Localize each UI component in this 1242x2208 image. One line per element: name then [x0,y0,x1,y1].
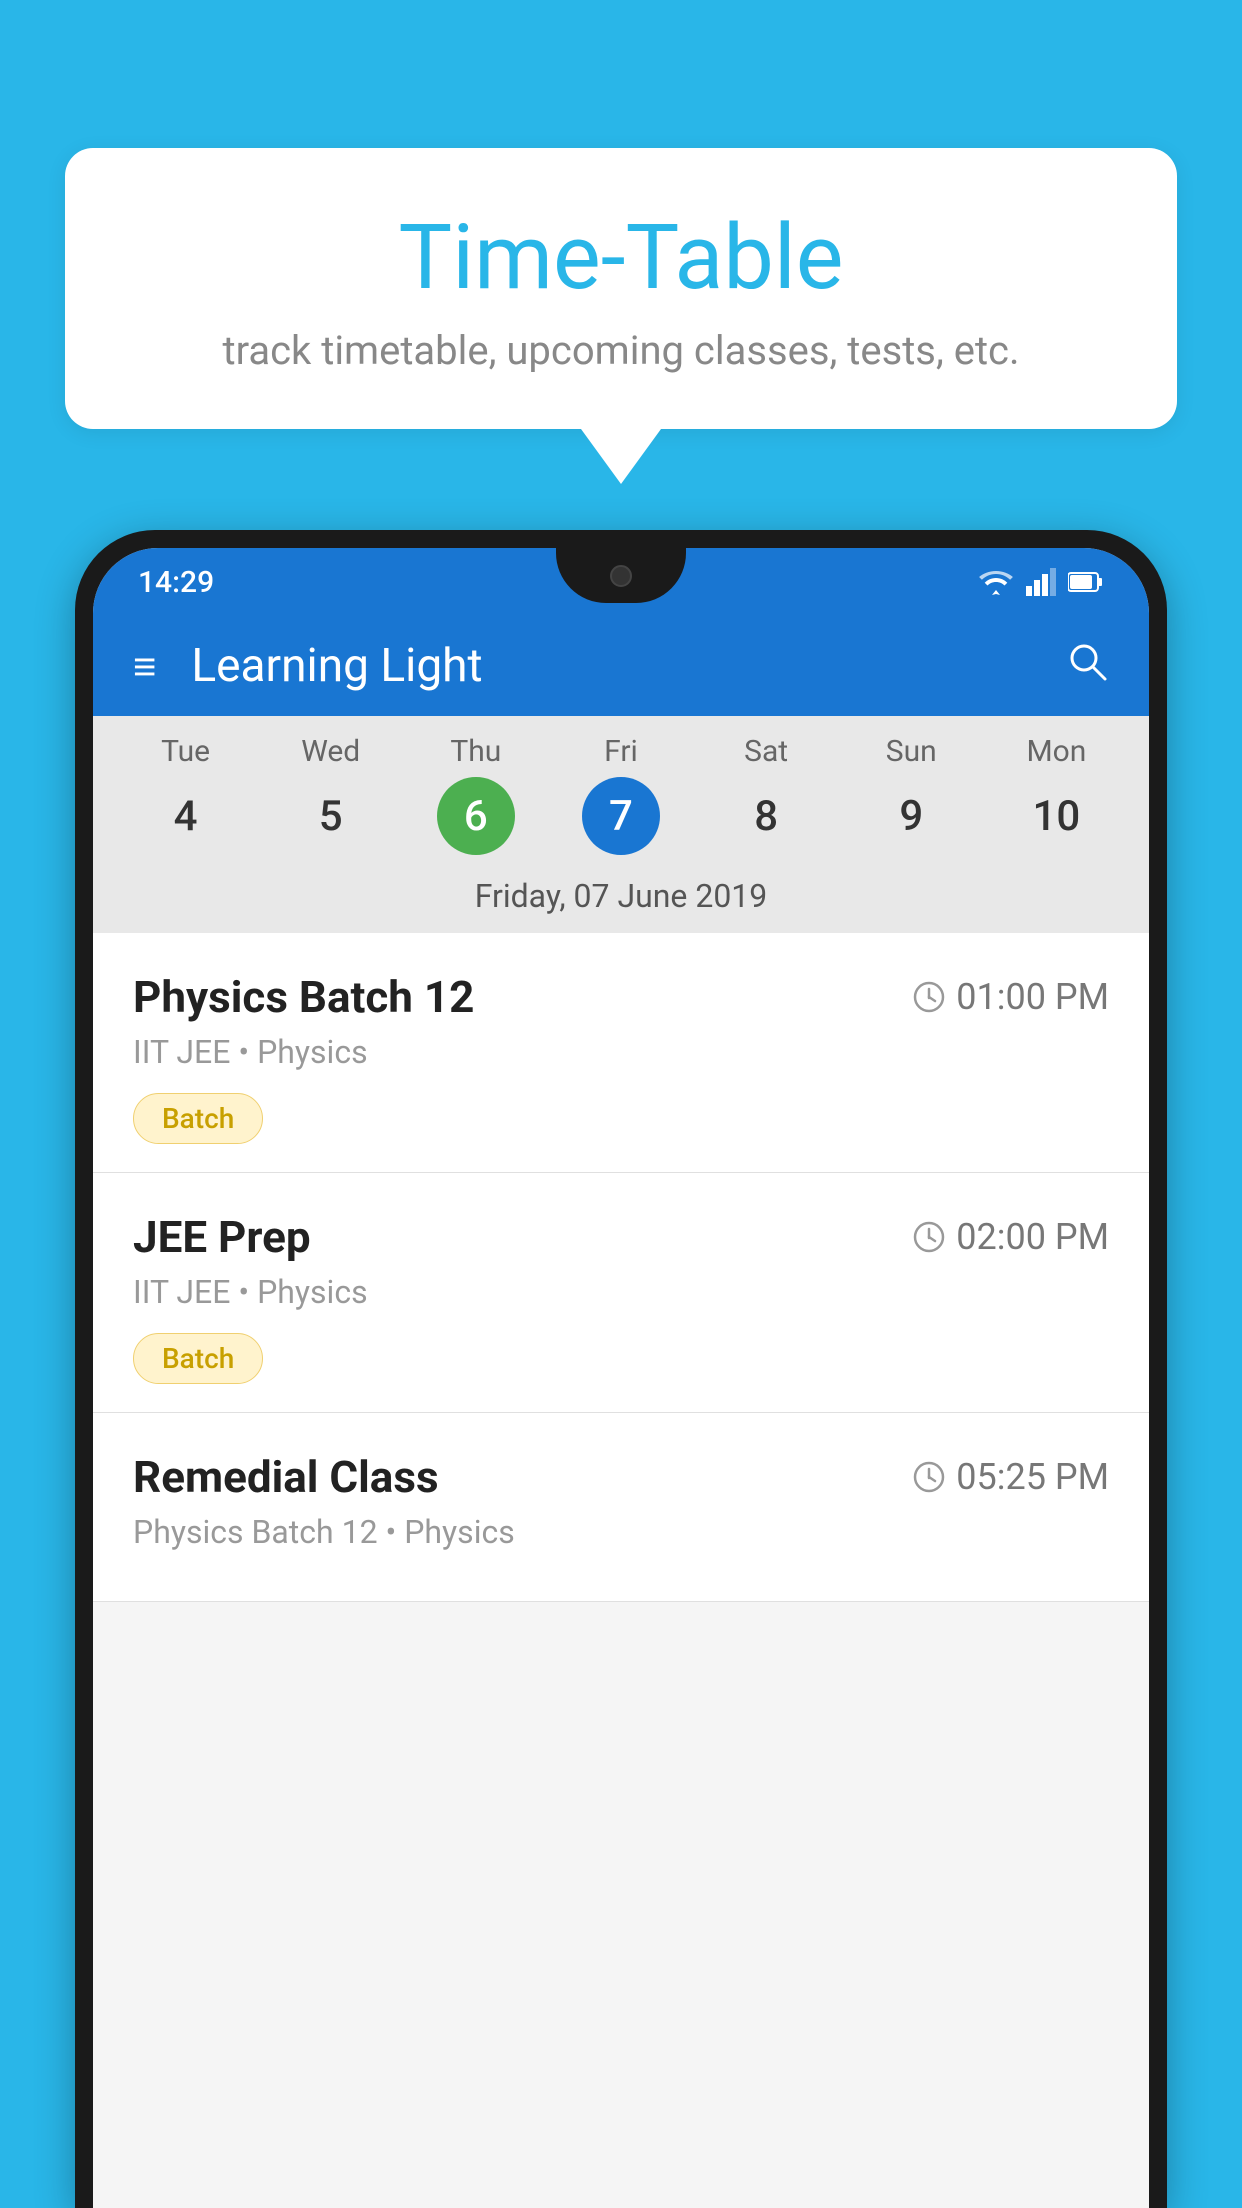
app-bar: ≡ Learning Light [93,616,1149,716]
day-number[interactable]: 4 [147,777,225,855]
day-col[interactable]: Sat 8 [716,734,816,855]
day-name: Sun [886,734,937,769]
speech-bubble-card: Time-Table track timetable, upcoming cla… [65,148,1177,429]
day-col[interactable]: Tue 4 [136,734,236,855]
day-number[interactable]: 9 [872,777,950,855]
days-row: Tue 4 Wed 5 Thu 6 Fri 7 Sat 8 Sun 9 Mon 10 [93,734,1149,863]
day-name: Thu [450,734,501,769]
event-subtitle: IIT JEE • Physics [133,1273,1109,1311]
day-name: Fri [604,734,638,769]
day-number[interactable]: 10 [1017,777,1095,855]
event-name: Remedial Class [133,1451,439,1503]
battery-icon [1068,571,1104,593]
clock-icon [912,1220,946,1254]
selected-date-label: Friday, 07 June 2019 [93,863,1149,933]
event-item[interactable]: Remedial Class 05:25 PM Physics Batch 12 … [93,1413,1149,1602]
hamburger-icon[interactable]: ≡ [133,643,156,690]
day-number[interactable]: 5 [292,777,370,855]
notch [556,548,686,603]
event-name: Physics Batch 12 [133,971,474,1023]
day-number[interactable]: 6 [437,777,515,855]
day-number[interactable]: 7 [582,777,660,855]
speech-bubble-subtitle: track timetable, upcoming classes, tests… [145,327,1097,374]
clock-icon [912,1460,946,1494]
wifi-icon [978,568,1014,596]
event-item[interactable]: Physics Batch 12 01:00 PM IIT JEE • Physi… [93,933,1149,1173]
status-bar: 14:29 [93,548,1149,616]
calendar-strip: Tue 4 Wed 5 Thu 6 Fri 7 Sat 8 Sun 9 Mon 10 Friday, 07… [93,716,1149,933]
event-time: 05:25 PM [912,1456,1109,1498]
event-tag: Batch [133,1333,263,1384]
status-icons [978,568,1104,596]
day-name: Wed [301,734,360,769]
day-name: Sat [744,734,788,769]
event-time: 02:00 PM [912,1216,1109,1258]
event-item[interactable]: JEE Prep 02:00 PM IIT JEE • Physics Batch [93,1173,1149,1413]
day-name: Mon [1026,734,1086,769]
event-header: JEE Prep 02:00 PM [133,1211,1109,1263]
status-time: 14:29 [138,565,214,600]
day-col[interactable]: Fri 7 [571,734,671,855]
event-header: Remedial Class 05:25 PM [133,1451,1109,1503]
speech-bubble-tail [581,429,661,484]
day-col[interactable]: Thu 6 [426,734,526,855]
phone-screen: 14:29 [93,548,1149,2208]
phone-frame: 14:29 [75,530,1167,2208]
app-title: Learning Light [191,639,1065,693]
event-header: Physics Batch 12 01:00 PM [133,971,1109,1023]
search-icon[interactable] [1065,639,1109,694]
event-subtitle: IIT JEE • Physics [133,1033,1109,1071]
day-col[interactable]: Wed 5 [281,734,381,855]
event-tag: Batch [133,1093,263,1144]
day-col[interactable]: Mon 10 [1006,734,1106,855]
day-col[interactable]: Sun 9 [861,734,961,855]
speech-bubble-title: Time-Table [145,208,1097,307]
signal-icon [1026,568,1056,596]
event-subtitle: Physics Batch 12 • Physics [133,1513,1109,1551]
day-number[interactable]: 8 [727,777,805,855]
day-name: Tue [161,734,210,769]
clock-icon [912,980,946,1014]
speech-bubble-section: Time-Table track timetable, upcoming cla… [65,148,1177,484]
camera [610,565,632,587]
event-time: 01:00 PM [912,976,1109,1018]
event-name: JEE Prep [133,1211,311,1263]
events-list: Physics Batch 12 01:00 PM IIT JEE • Physi… [93,933,1149,1602]
